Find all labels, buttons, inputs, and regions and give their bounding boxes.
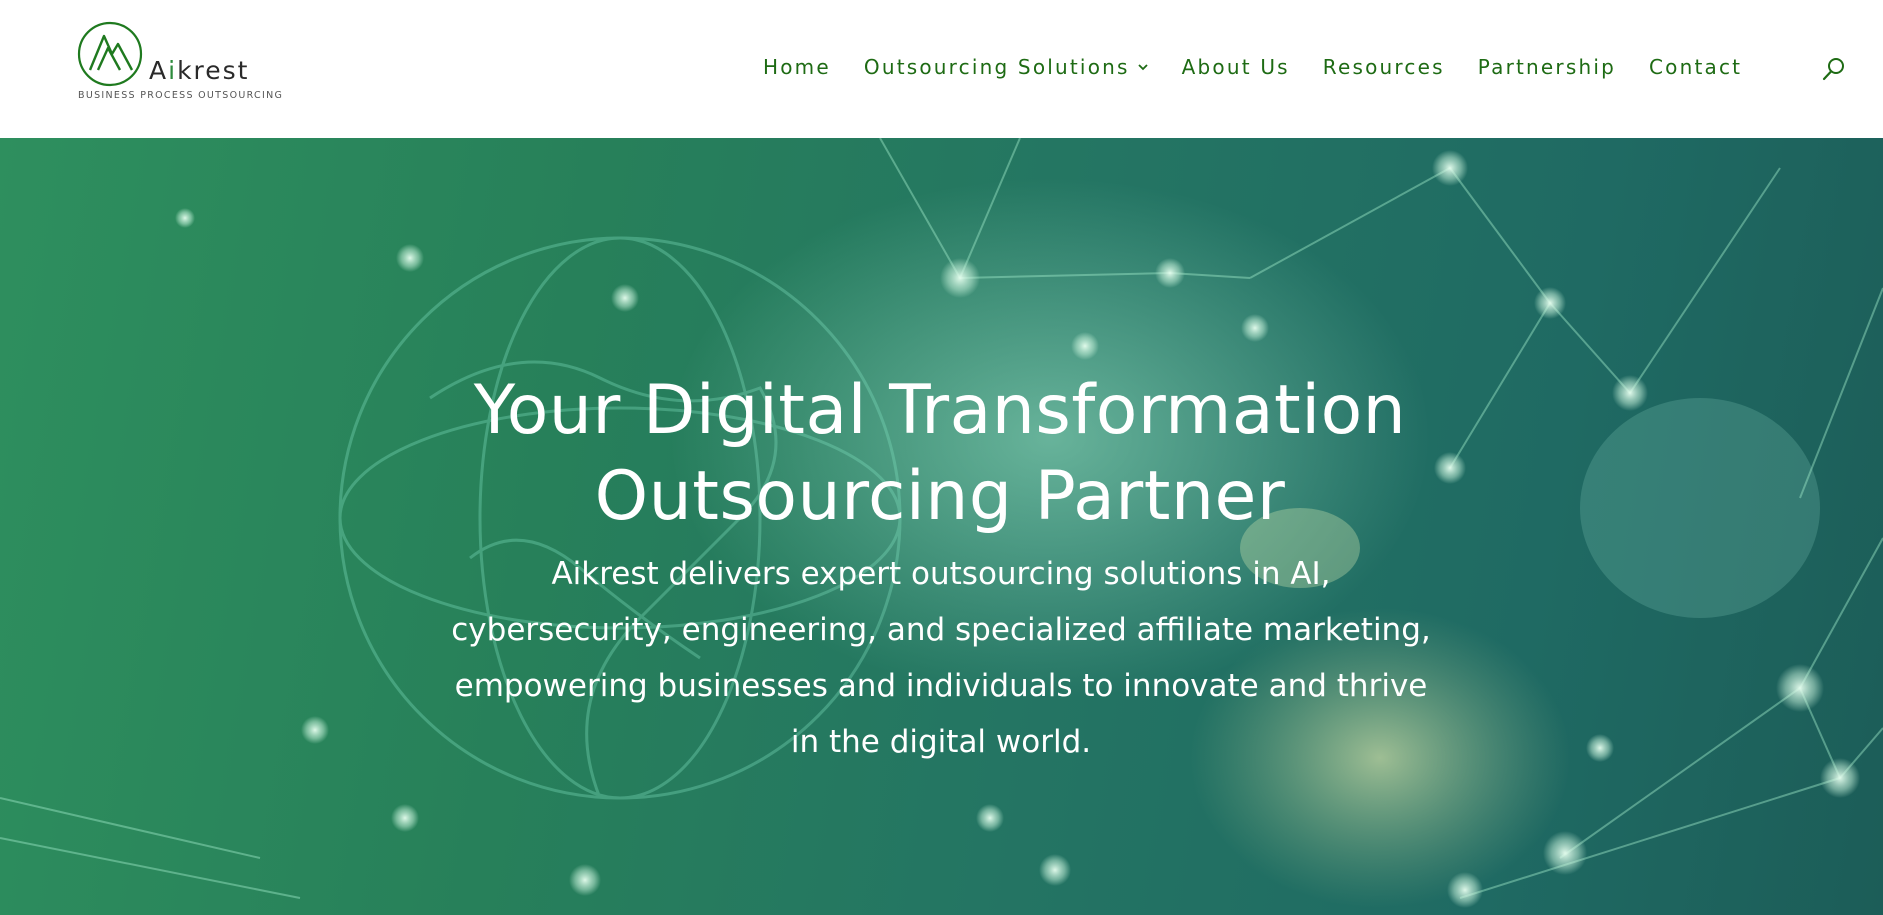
nav-item-home[interactable]: Home [763, 55, 831, 79]
hero-section: Your Digital Transformation Outsourcing … [0, 138, 1883, 915]
nav-item-outsourcing-solutions[interactable]: Outsourcing Solutions [864, 55, 1149, 79]
nav-item-about-us[interactable]: About Us [1182, 55, 1290, 79]
logo-mark-icon [77, 21, 143, 87]
logo-wordmark: Aikrest [149, 56, 250, 85]
hero-subtitle: Aikrest delivers expert outsourcing solu… [451, 556, 1431, 760]
logo[interactable]: Aikrest BUSINESS PROCESS OUTSOURCING [76, 20, 282, 106]
logo-tagline: BUSINESS PROCESS OUTSOURCING [78, 90, 284, 101]
hero-title-line2: Outsourcing Partner [594, 457, 1286, 536]
hero-title: Your Digital Transformation Outsourcing … [340, 368, 1540, 540]
nav-item-partnership[interactable]: Partnership [1478, 55, 1616, 79]
search-icon[interactable] [1822, 56, 1846, 82]
chevron-down-icon [1138, 64, 1148, 71]
nav-item-resources[interactable]: Resources [1323, 55, 1445, 79]
logo-wordmark-accent: i [168, 56, 178, 85]
main-nav: Home Outsourcing Solutions About Us Reso… [763, 52, 1742, 82]
site-header: Aikrest BUSINESS PROCESS OUTSOURCING Hom… [0, 0, 1883, 138]
nav-item-contact[interactable]: Contact [1649, 55, 1742, 79]
hero-title-line1: Your Digital Transformation [473, 371, 1407, 450]
